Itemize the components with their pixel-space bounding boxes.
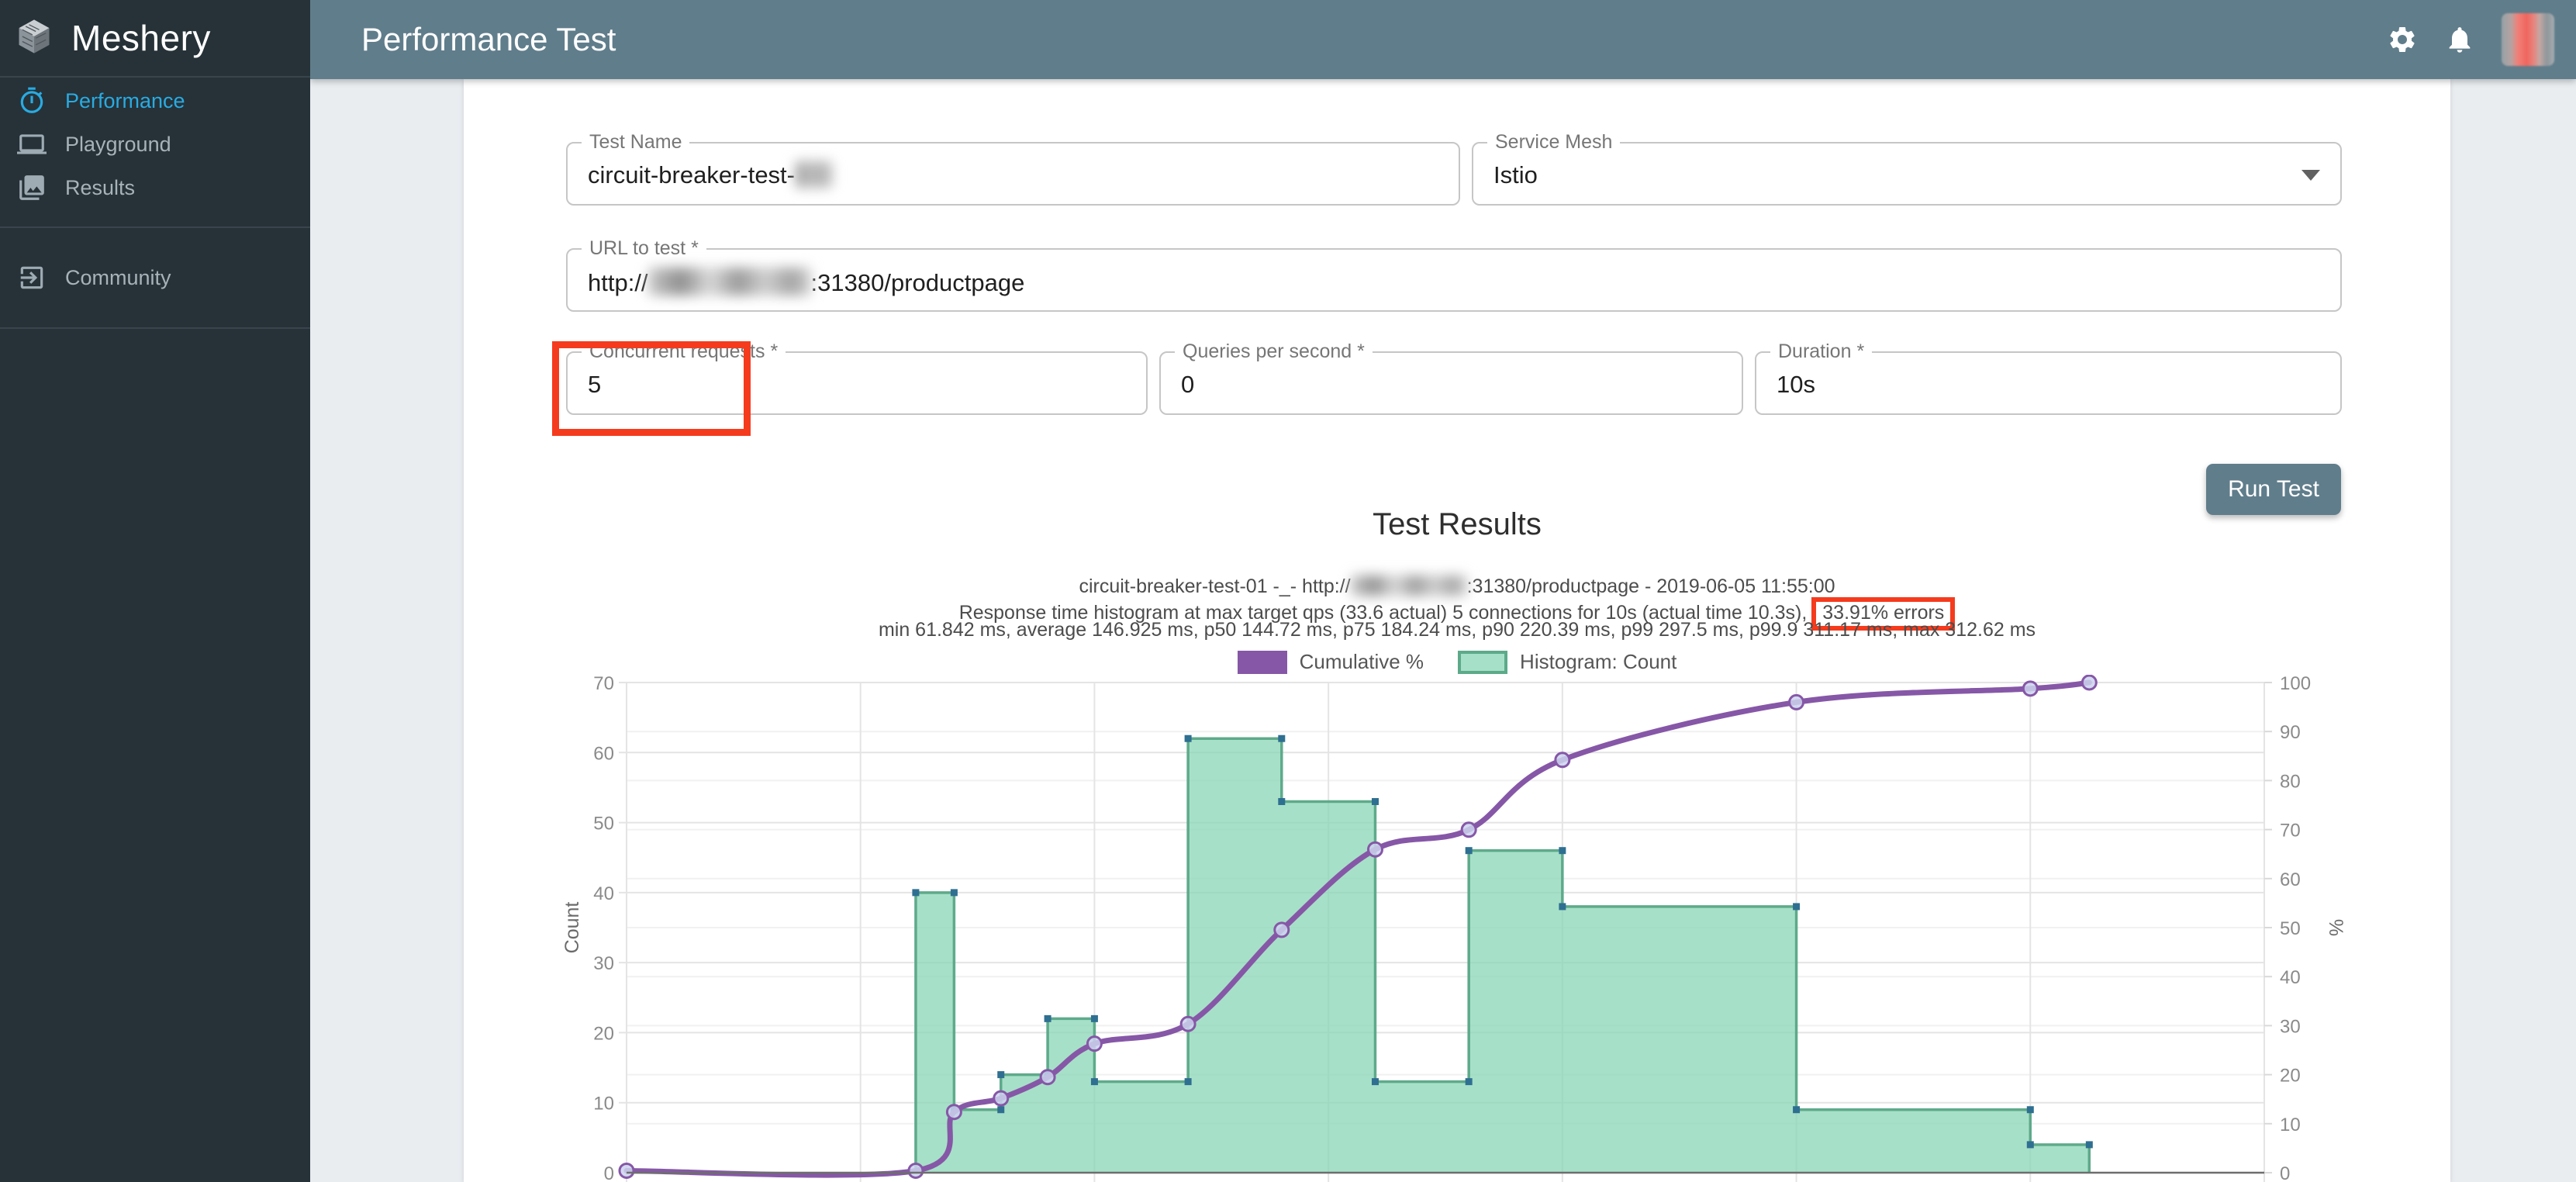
- sidebar-item-performance[interactable]: Performance: [0, 79, 310, 123]
- svg-text:40: 40: [2280, 967, 2301, 988]
- user-avatar[interactable]: [2502, 13, 2554, 66]
- meshery-logo-icon: [14, 16, 54, 60]
- test-name-label: Test Name: [582, 131, 689, 154]
- duration-value: 10s: [1777, 371, 1815, 399]
- svg-text:40: 40: [593, 883, 614, 904]
- results-chart: 0 10 20 30 40 50 60 70 0 10 20 30 40 50 60 70 80 90 100 Cou…: [464, 675, 2450, 1182]
- concurrent-requests-value: 5: [588, 371, 601, 399]
- concurrent-requests-label: Concurrent requests *: [582, 340, 786, 363]
- svg-text:80: 80: [2280, 771, 2301, 792]
- sidebar-item-results[interactable]: Results: [0, 166, 310, 209]
- sidebar-secondary: Community: [0, 245, 310, 310]
- service-mesh-label: Service Mesh: [1487, 131, 1620, 154]
- service-mesh-select[interactable]: Service Mesh Istio: [1472, 142, 2342, 206]
- page-title: Performance Test: [361, 21, 616, 58]
- duration-label: Duration *: [1770, 340, 1872, 363]
- svg-text:90: 90: [2280, 722, 2301, 743]
- duration-field[interactable]: Duration * 10s: [1755, 351, 2342, 415]
- sidebar-nav: Performance Playground Results: [0, 79, 310, 329]
- svg-text:0: 0: [604, 1163, 614, 1182]
- header: Performance Test: [310, 0, 2576, 79]
- results-heading: Test Results: [464, 507, 2450, 542]
- legend-item-histogram: Histogram: Count: [1458, 650, 1676, 674]
- redacted-text: [1351, 575, 1467, 596]
- chart-legend: Cumulative % Histogram: Count: [464, 650, 2450, 674]
- url-field[interactable]: URL to test * http://:31380/productpage: [566, 248, 2342, 312]
- svg-text:Count: Count: [561, 902, 583, 954]
- legend-item-cumulative: Cumulative %: [1238, 650, 1424, 674]
- svg-text:50: 50: [593, 814, 614, 835]
- sidebar-divider: [0, 327, 310, 329]
- sidebar-item-label: Results: [65, 176, 135, 200]
- sidebar-divider: [0, 226, 310, 228]
- content-card: Test Name circuit-breaker-test- Service …: [464, 79, 2450, 1182]
- header-actions: [2387, 0, 2554, 79]
- redacted-text: [648, 268, 811, 296]
- purple-swatch-icon: [1238, 651, 1287, 674]
- sidebar-item-label: Performance: [65, 89, 185, 113]
- url-label: URL to test *: [582, 237, 706, 260]
- green-swatch-icon: [1458, 651, 1507, 674]
- svg-text:50: 50: [2280, 918, 2301, 939]
- results-chart-svg: 0 10 20 30 40 50 60 70 0 10 20 30 40 50 60 70 80 90 100 Cou…: [464, 675, 2450, 1182]
- svg-text:60: 60: [593, 743, 614, 764]
- svg-text:0: 0: [2280, 1163, 2290, 1182]
- sidebar-item-playground[interactable]: Playground: [0, 123, 310, 166]
- sidebar: Meshery Performance Playground Results: [0, 0, 310, 1182]
- url-prefix: http://: [588, 269, 648, 296]
- settings-gear-icon[interactable]: [2387, 24, 2418, 55]
- test-name-field[interactable]: Test Name circuit-breaker-test-: [566, 142, 1460, 206]
- svg-text:70: 70: [593, 675, 614, 694]
- meshery-app: Meshery Performance Playground Results: [0, 0, 2576, 1182]
- app-title: Meshery: [71, 17, 211, 59]
- exit-arrow-icon: [17, 263, 47, 292]
- sidebar-item-community[interactable]: Community: [0, 245, 310, 310]
- svg-text:70: 70: [2280, 821, 2301, 842]
- sidebar-item-label: Playground: [65, 133, 171, 157]
- chevron-down-icon: [2301, 170, 2320, 181]
- svg-text:100: 100: [2280, 675, 2311, 694]
- test-name-value: circuit-breaker-test-: [588, 161, 795, 188]
- chart-stats-line: min 61.842 ms, average 146.925 ms, p50 1…: [464, 619, 2450, 641]
- svg-text:%: %: [2325, 919, 2346, 936]
- svg-text:20: 20: [2280, 1066, 2301, 1087]
- svg-text:30: 30: [593, 953, 614, 974]
- qps-label: Queries per second *: [1175, 340, 1373, 363]
- svg-text:10: 10: [593, 1094, 614, 1115]
- laptop-icon: [17, 130, 47, 159]
- sidebar-item-label: Community: [65, 266, 171, 290]
- qps-value: 0: [1181, 371, 1194, 399]
- notifications-bell-icon[interactable]: [2444, 24, 2475, 55]
- svg-text:20: 20: [593, 1023, 614, 1044]
- concurrent-requests-field[interactable]: Concurrent requests * 5: [566, 351, 1148, 415]
- chart-title-line: circuit-breaker-test-01 -_- http://:3138…: [464, 575, 2450, 598]
- brand[interactable]: Meshery: [0, 0, 310, 78]
- svg-text:10: 10: [2280, 1115, 2301, 1135]
- url-suffix: :31380/productpage: [811, 269, 1025, 296]
- svg-text:60: 60: [2280, 869, 2301, 890]
- service-mesh-value: Istio: [1493, 161, 1538, 189]
- qps-field[interactable]: Queries per second * 0: [1159, 351, 1743, 415]
- redacted-text: [795, 161, 832, 188]
- svg-text:30: 30: [2280, 1016, 2301, 1037]
- chart-image-icon: [17, 173, 47, 202]
- stopwatch-icon: [17, 86, 47, 116]
